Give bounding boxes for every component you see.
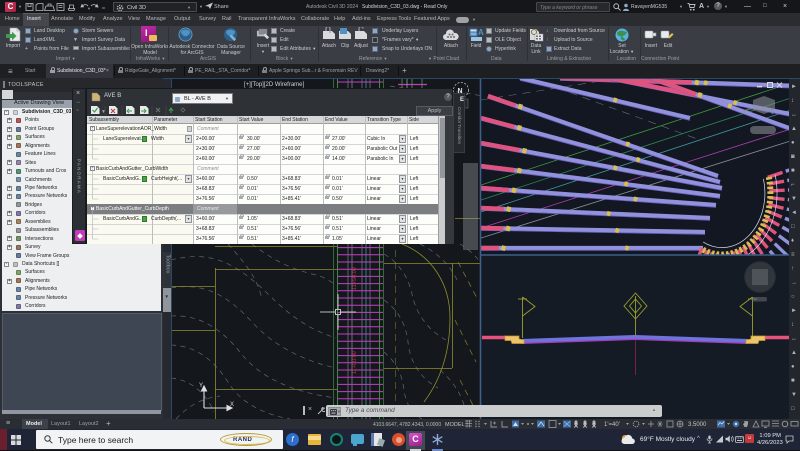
svg-text:▼: ▼ <box>165 294 169 299</box>
svg-text:→: → <box>791 280 797 286</box>
svg-text:11+50.00: 11+50.00 <box>352 267 358 290</box>
svg-text:▲: ▲ <box>791 350 797 356</box>
svg-text:Toolbox: Toolbox <box>165 255 171 274</box>
svg-text:↔: ↔ <box>791 112 797 118</box>
svg-text:Y: Y <box>199 383 203 389</box>
svg-text:□: □ <box>791 406 795 412</box>
svg-text:↔: ↔ <box>791 336 797 342</box>
svg-text:▼: ▼ <box>87 6 91 11</box>
svg-text:1'=40': 1'=40' <box>604 422 620 428</box>
svg-text:X: X <box>230 402 234 408</box>
svg-text:≡: ≡ <box>791 252 795 258</box>
svg-text:□: □ <box>791 224 795 230</box>
svg-text:⌐: ⌐ <box>791 182 795 188</box>
svg-text:A: A <box>478 28 484 37</box>
svg-text:●: ● <box>791 140 795 146</box>
svg-text:♦: ♦ <box>791 238 794 244</box>
svg-text:↑: ↑ <box>791 266 794 272</box>
svg-text:►: ► <box>791 84 797 90</box>
svg-text:■: ■ <box>791 168 795 174</box>
svg-text:▼: ▼ <box>791 196 797 202</box>
svg-text:◄: ◄ <box>791 210 797 216</box>
svg-text:◙: ◙ <box>791 154 795 160</box>
svg-text:▼: ▼ <box>791 392 797 398</box>
svg-text:↕: ↕ <box>791 98 794 104</box>
svg-text:↕: ↕ <box>791 322 794 328</box>
svg-text:▲: ▲ <box>791 126 797 132</box>
svg-text:■: ■ <box>791 378 795 384</box>
svg-text:●: ● <box>791 364 795 370</box>
svg-text:►: ► <box>791 308 797 314</box>
svg-text:3.5000: 3.5000 <box>688 422 707 428</box>
svg-text:○: ○ <box>791 294 795 300</box>
svg-text:11+00.00: 11+00.00 <box>352 351 358 374</box>
